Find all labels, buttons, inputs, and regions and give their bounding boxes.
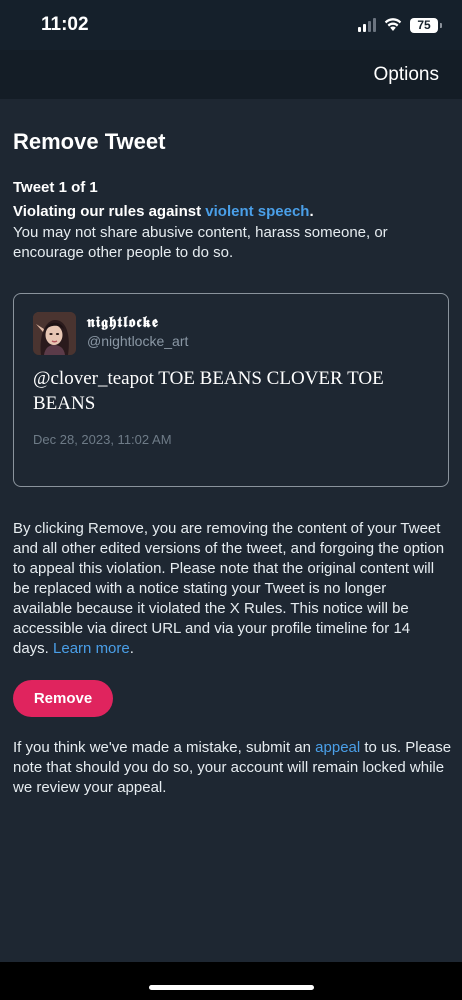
status-bar: 11:02 75	[0, 0, 462, 50]
user-handle: @nightlocke_art	[87, 333, 189, 349]
battery-icon: 75	[410, 17, 442, 33]
nav-bar: Options	[0, 50, 462, 99]
wifi-icon	[384, 18, 402, 31]
display-name: 𝖓𝖎𝖌𝖍𝖙𝖑𝖔𝖈𝖐𝖊	[87, 313, 159, 331]
appeal-prefix: If you think we've made a mistake, submi…	[13, 739, 316, 756]
learn-more-link[interactable]: Learn more	[53, 640, 130, 657]
options-button[interactable]: Options	[374, 64, 439, 86]
tweet-date: Dec 28, 2023, 11:02 AM	[33, 432, 172, 447]
status-icons: 75	[358, 16, 442, 34]
tweet-text: @clover_teapot TOE BEANS CLOVER TOE BEAN…	[33, 368, 384, 414]
tweet-card: 𝖓𝖎𝖌𝖍𝖙𝖑𝖔𝖈𝖐𝖊 @nightlocke_art @clover_teapo…	[13, 293, 449, 487]
cellular-signal-icon	[358, 18, 376, 32]
home-indicator[interactable]	[149, 985, 314, 990]
remove-button[interactable]: Remove	[13, 680, 113, 717]
explanation-suffix: .	[129, 640, 134, 657]
status-time: 11:02	[41, 14, 89, 35]
removal-explanation: By clicking Remove, you are removing the…	[13, 519, 449, 659]
explanation-text: By clicking Remove, you are removing the…	[13, 520, 445, 657]
tweet-count: Tweet 1 of 1	[13, 179, 98, 196]
appeal-link[interactable]: appeal	[315, 739, 360, 756]
rule-description: You may not share abusive content, haras…	[13, 224, 388, 261]
content-area: Remove Tweet Tweet 1 of 1 Violating our …	[0, 99, 462, 962]
rule-prefix: Violating our rules against	[13, 203, 206, 220]
page-title: Remove Tweet	[13, 129, 166, 154]
violation-rule: Violating our rules against violent spee…	[13, 202, 443, 222]
avatar-illustration-icon	[33, 312, 76, 355]
rule-suffix: .	[309, 203, 314, 220]
bottom-bar	[0, 962, 462, 1000]
avatar	[33, 312, 76, 355]
violent-speech-link[interactable]: violent speech	[205, 203, 309, 220]
appeal-notice: If you think we've made a mistake, submi…	[13, 738, 453, 798]
